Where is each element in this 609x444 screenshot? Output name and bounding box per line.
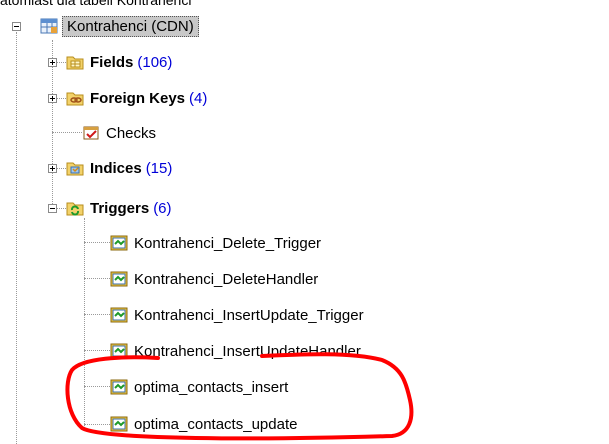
foreign-keys-folder-icon [66,90,84,106]
tree-node-indices-count: (15) [145,159,173,177]
trigger-item[interactable]: Kontrahenci_Delete_Trigger [110,232,321,254]
tree-node-checks-label: Checks [106,124,157,142]
tree-node-indices[interactable]: Indices (15) [66,157,172,179]
trigger-icon [110,379,128,395]
image-caption: atomiast dla tabeli Kontrahenci [0,0,192,8]
tree-branch [84,386,110,387]
expand-toggle-foreign-keys[interactable] [48,94,57,103]
trigger-icon [110,416,128,432]
tree-line-triggers [84,218,85,426]
trigger-item[interactable]: optima_contacts_update [110,413,297,435]
expand-toggle-fields[interactable] [48,58,57,67]
checks-icon [82,125,100,141]
collapse-toggle-triggers[interactable] [48,204,57,213]
table-icon [40,18,58,34]
tree-line-root [16,32,17,444]
triggers-folder-icon [66,200,84,216]
tree-node-root-label: Kontrahenci (CDN) [62,15,199,37]
tree-node-foreign-keys-count: (4) [189,89,208,107]
tree-node-foreign-keys-label: Foreign Keys [90,89,186,107]
trigger-icon [110,235,128,251]
trigger-label: Kontrahenci_DeleteHandler [134,270,319,288]
tree-branch [84,350,110,351]
trigger-item[interactable]: Kontrahenci_InsertUpdate_Trigger [110,304,364,326]
tree-node-triggers-count: (6) [153,199,172,217]
tree-node-triggers-label: Triggers [90,199,150,217]
collapse-toggle-root[interactable] [12,22,21,31]
tree-branch [52,132,82,133]
tree-node-checks[interactable]: Checks [82,122,156,144]
tree-node-root[interactable]: Kontrahenci (CDN) [40,15,199,37]
tree-node-foreign-keys[interactable]: Foreign Keys (4) [66,87,207,109]
trigger-label: Kontrahenci_Delete_Trigger [134,234,322,252]
trigger-label: Kontrahenci_InsertUpdateHandler [134,342,361,360]
trigger-item[interactable]: Kontrahenci_InsertUpdateHandler [110,340,361,362]
expand-toggle-indices[interactable] [48,164,57,173]
tree-branch [84,242,110,243]
fields-folder-icon [66,54,84,70]
tree-node-fields[interactable]: Fields (106) [66,51,172,73]
trigger-item[interactable]: optima_contacts_insert [110,376,288,398]
trigger-icon [110,343,128,359]
tree-node-triggers[interactable]: Triggers (6) [66,197,172,219]
trigger-label: Kontrahenci_InsertUpdate_Trigger [134,306,364,324]
tree-node-fields-count: (106) [137,53,173,71]
trigger-label: optima_contacts_insert [134,378,289,396]
trigger-label: optima_contacts_update [134,415,298,433]
trigger-icon [110,271,128,287]
tree-branch [84,278,110,279]
tree-node-fields-label: Fields [90,53,134,71]
trigger-icon [110,307,128,323]
tree-node-indices-label: Indices [90,159,142,177]
trigger-item[interactable]: Kontrahenci_DeleteHandler [110,268,318,290]
tree-branch [84,314,110,315]
indices-folder-icon [66,160,84,176]
tree-branch [84,424,110,425]
